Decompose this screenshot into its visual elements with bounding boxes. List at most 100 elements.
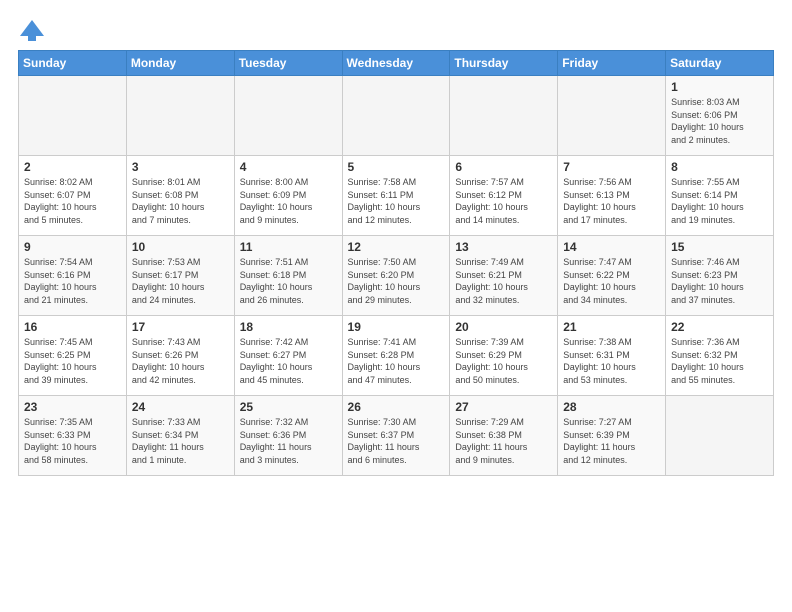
day-info: Sunrise: 7:57 AM Sunset: 6:12 PM Dayligh… bbox=[455, 176, 552, 226]
day-number: 24 bbox=[132, 400, 229, 414]
day-info: Sunrise: 8:00 AM Sunset: 6:09 PM Dayligh… bbox=[240, 176, 337, 226]
header-monday: Monday bbox=[126, 51, 234, 76]
day-info: Sunrise: 7:46 AM Sunset: 6:23 PM Dayligh… bbox=[671, 256, 768, 306]
day-info: Sunrise: 7:30 AM Sunset: 6:37 PM Dayligh… bbox=[348, 416, 445, 466]
calendar-cell: 23Sunrise: 7:35 AM Sunset: 6:33 PM Dayli… bbox=[19, 396, 127, 476]
calendar-table: SundayMondayTuesdayWednesdayThursdayFrid… bbox=[18, 50, 774, 476]
day-info: Sunrise: 7:39 AM Sunset: 6:29 PM Dayligh… bbox=[455, 336, 552, 386]
calendar-cell: 1 Sunrise: 8:03 AM Sunset: 6:06 PM Daylig… bbox=[666, 76, 774, 156]
day-number: 1 bbox=[671, 80, 768, 94]
day-info: Sunrise: 7:47 AM Sunset: 6:22 PM Dayligh… bbox=[563, 256, 660, 306]
day-number: 3 bbox=[132, 160, 229, 174]
day-info: Sunrise: 7:43 AM Sunset: 6:26 PM Dayligh… bbox=[132, 336, 229, 386]
day-info: Sunrise: 7:32 AM Sunset: 6:36 PM Dayligh… bbox=[240, 416, 337, 466]
day-number: 17 bbox=[132, 320, 229, 334]
day-info: Sunrise: 7:56 AM Sunset: 6:13 PM Dayligh… bbox=[563, 176, 660, 226]
day-number: 22 bbox=[671, 320, 768, 334]
calendar-cell: 17 Sunrise: 7:43 AM Sunset: 6:26 PM Dayli… bbox=[126, 316, 234, 396]
calendar-cell: 18 Sunrise: 7:42 AM Sunset: 6:27 PM Dayli… bbox=[234, 316, 342, 396]
header-saturday: Saturday bbox=[666, 51, 774, 76]
header-wednesday: Wednesday bbox=[342, 51, 450, 76]
calendar-cell: 5 Sunrise: 7:58 AM Sunset: 6:11 PM Daylig… bbox=[342, 156, 450, 236]
day-number: 6 bbox=[455, 160, 552, 174]
day-number: 13 bbox=[455, 240, 552, 254]
day-info: Sunrise: 7:49 AM Sunset: 6:21 PM Dayligh… bbox=[455, 256, 552, 306]
calendar-cell: 15 Sunrise: 7:46 AM Sunset: 6:23 PM Dayli… bbox=[666, 236, 774, 316]
day-info: Sunrise: 7:41 AM Sunset: 6:28 PM Dayligh… bbox=[348, 336, 445, 386]
calendar-cell: 11 Sunrise: 7:51 AM Sunset: 6:18 PM Dayli… bbox=[234, 236, 342, 316]
logo bbox=[18, 16, 50, 44]
day-number: 9 bbox=[24, 240, 121, 254]
calendar-cell bbox=[19, 76, 127, 156]
day-info: Sunrise: 7:33 AM Sunset: 6:34 PM Dayligh… bbox=[132, 416, 229, 466]
calendar-cell bbox=[450, 76, 558, 156]
calendar-cell: 25 Sunrise: 7:32 AM Sunset: 6:36 PM Dayli… bbox=[234, 396, 342, 476]
day-number: 28 bbox=[563, 400, 660, 414]
day-info: Sunrise: 8:02 AM Sunset: 6:07 PM Dayligh… bbox=[24, 176, 121, 226]
calendar-cell bbox=[234, 76, 342, 156]
day-number: 27 bbox=[455, 400, 552, 414]
calendar-cell: 14 Sunrise: 7:47 AM Sunset: 6:22 PM Dayli… bbox=[558, 236, 666, 316]
day-number: 11 bbox=[240, 240, 337, 254]
day-number: 10 bbox=[132, 240, 229, 254]
day-info: Sunrise: 7:29 AM Sunset: 6:38 PM Dayligh… bbox=[455, 416, 552, 466]
day-number: 25 bbox=[240, 400, 337, 414]
day-info: Sunrise: 7:55 AM Sunset: 6:14 PM Dayligh… bbox=[671, 176, 768, 226]
day-info: Sunrise: 8:03 AM Sunset: 6:06 PM Dayligh… bbox=[671, 96, 768, 146]
day-number: 4 bbox=[240, 160, 337, 174]
header bbox=[18, 16, 774, 44]
calendar-cell bbox=[558, 76, 666, 156]
logo-icon bbox=[18, 16, 46, 44]
calendar-cell bbox=[342, 76, 450, 156]
calendar-cell: 19 Sunrise: 7:41 AM Sunset: 6:28 PM Dayli… bbox=[342, 316, 450, 396]
header-friday: Friday bbox=[558, 51, 666, 76]
day-number: 5 bbox=[348, 160, 445, 174]
calendar-cell: 3 Sunrise: 8:01 AM Sunset: 6:08 PM Daylig… bbox=[126, 156, 234, 236]
calendar-cell: 24 Sunrise: 7:33 AM Sunset: 6:34 PM Dayli… bbox=[126, 396, 234, 476]
calendar-cell: 20 Sunrise: 7:39 AM Sunset: 6:29 PM Dayli… bbox=[450, 316, 558, 396]
day-info: Sunrise: 7:51 AM Sunset: 6:18 PM Dayligh… bbox=[240, 256, 337, 306]
calendar-cell: 12Sunrise: 7:50 AM Sunset: 6:20 PM Dayli… bbox=[342, 236, 450, 316]
day-number: 2 bbox=[24, 160, 121, 174]
day-number: 18 bbox=[240, 320, 337, 334]
day-info: Sunrise: 7:58 AM Sunset: 6:11 PM Dayligh… bbox=[348, 176, 445, 226]
calendar-cell: 9Sunrise: 7:54 AM Sunset: 6:16 PM Daylig… bbox=[19, 236, 127, 316]
calendar-cell: 22 Sunrise: 7:36 AM Sunset: 6:32 PM Dayli… bbox=[666, 316, 774, 396]
day-number: 19 bbox=[348, 320, 445, 334]
week-row-3: 16 Sunrise: 7:45 AM Sunset: 6:25 PM Dayli… bbox=[19, 316, 774, 396]
header-row: SundayMondayTuesdayWednesdayThursdayFrid… bbox=[19, 51, 774, 76]
calendar-cell bbox=[666, 396, 774, 476]
day-info: Sunrise: 7:45 AM Sunset: 6:25 PM Dayligh… bbox=[24, 336, 121, 386]
day-info: Sunrise: 7:36 AM Sunset: 6:32 PM Dayligh… bbox=[671, 336, 768, 386]
day-info: Sunrise: 8:01 AM Sunset: 6:08 PM Dayligh… bbox=[132, 176, 229, 226]
day-number: 23 bbox=[24, 400, 121, 414]
week-row-1: 2 Sunrise: 8:02 AM Sunset: 6:07 PM Daylig… bbox=[19, 156, 774, 236]
page: SundayMondayTuesdayWednesdayThursdayFrid… bbox=[0, 0, 792, 486]
header-sunday: Sunday bbox=[19, 51, 127, 76]
week-row-0: 1 Sunrise: 8:03 AM Sunset: 6:06 PM Daylig… bbox=[19, 76, 774, 156]
day-number: 15 bbox=[671, 240, 768, 254]
calendar-body: 1 Sunrise: 8:03 AM Sunset: 6:06 PM Daylig… bbox=[19, 76, 774, 476]
calendar-cell: 8 Sunrise: 7:55 AM Sunset: 6:14 PM Daylig… bbox=[666, 156, 774, 236]
calendar-cell: 16 Sunrise: 7:45 AM Sunset: 6:25 PM Dayli… bbox=[19, 316, 127, 396]
day-number: 21 bbox=[563, 320, 660, 334]
calendar-cell bbox=[126, 76, 234, 156]
week-row-2: 9Sunrise: 7:54 AM Sunset: 6:16 PM Daylig… bbox=[19, 236, 774, 316]
calendar-cell: 27 Sunrise: 7:29 AM Sunset: 6:38 PM Dayli… bbox=[450, 396, 558, 476]
week-row-4: 23Sunrise: 7:35 AM Sunset: 6:33 PM Dayli… bbox=[19, 396, 774, 476]
day-number: 16 bbox=[24, 320, 121, 334]
calendar-cell: 28 Sunrise: 7:27 AM Sunset: 6:39 PM Dayli… bbox=[558, 396, 666, 476]
calendar-cell: 7 Sunrise: 7:56 AM Sunset: 6:13 PM Daylig… bbox=[558, 156, 666, 236]
day-number: 26 bbox=[348, 400, 445, 414]
day-info: Sunrise: 7:27 AM Sunset: 6:39 PM Dayligh… bbox=[563, 416, 660, 466]
calendar-cell: 13 Sunrise: 7:49 AM Sunset: 6:21 PM Dayli… bbox=[450, 236, 558, 316]
day-number: 8 bbox=[671, 160, 768, 174]
day-number: 7 bbox=[563, 160, 660, 174]
day-info: Sunrise: 7:50 AM Sunset: 6:20 PM Dayligh… bbox=[348, 256, 445, 306]
header-tuesday: Tuesday bbox=[234, 51, 342, 76]
day-number: 20 bbox=[455, 320, 552, 334]
day-number: 14 bbox=[563, 240, 660, 254]
calendar-header: SundayMondayTuesdayWednesdayThursdayFrid… bbox=[19, 51, 774, 76]
calendar-cell: 26 Sunrise: 7:30 AM Sunset: 6:37 PM Dayli… bbox=[342, 396, 450, 476]
day-info: Sunrise: 7:42 AM Sunset: 6:27 PM Dayligh… bbox=[240, 336, 337, 386]
